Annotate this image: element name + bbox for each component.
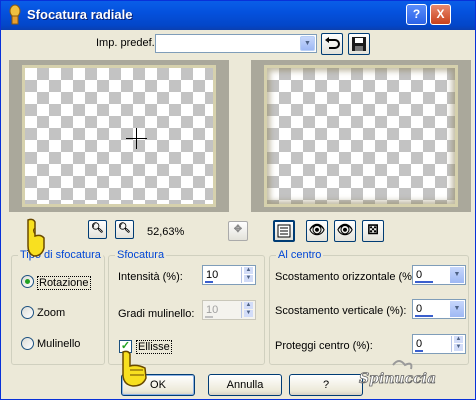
vertical-offset-label: Scostamento verticale (%): bbox=[275, 305, 407, 317]
radio-mulinello-label[interactable]: Mulinello bbox=[37, 338, 80, 350]
zoom-out-button[interactable]: 🔍︎ bbox=[88, 220, 107, 239]
app-icon bbox=[9, 4, 21, 25]
intensity-arrows[interactable]: ▲ ▼ bbox=[241, 267, 254, 283]
crosshair-vertical bbox=[136, 128, 137, 149]
swirl-degrees-value: 10 bbox=[206, 304, 219, 316]
protect-center-bar bbox=[415, 350, 423, 352]
spin-down-icon[interactable]: ▼ bbox=[244, 275, 253, 282]
floppy-icon bbox=[352, 37, 366, 51]
source-preview-canvas[interactable] bbox=[22, 65, 216, 207]
intensity-label: Intensità (%): bbox=[118, 271, 183, 283]
spin-down-icon[interactable]: ▼ bbox=[454, 344, 463, 351]
center-group-title: Al centro bbox=[276, 249, 324, 261]
zoom-in-icon: 🔍︎ bbox=[118, 223, 131, 234]
result-preview bbox=[251, 60, 471, 212]
proof-button[interactable]: 👁 bbox=[306, 220, 328, 242]
watermark-logo: Spinuccia bbox=[359, 360, 436, 387]
save-preset-button[interactable] bbox=[348, 33, 370, 55]
preset-label: Imp. predef.: bbox=[96, 37, 158, 49]
intensity-stepper[interactable]: 10 ▲ ▼ bbox=[202, 265, 256, 285]
window-title: Sfocatura radiale bbox=[27, 7, 133, 22]
spin-up-icon[interactable]: ▲ bbox=[244, 267, 253, 274]
spin-up-icon[interactable]: ▲ bbox=[454, 336, 463, 343]
dice-icon: ⚄ bbox=[367, 222, 379, 237]
intensity-bar bbox=[205, 281, 213, 283]
eye-icon: 👁 bbox=[308, 222, 326, 237]
protect-center-stepper[interactable]: 0 ▲ ▼ bbox=[412, 334, 466, 354]
horizontal-offset-label: Scostamento orizzontale (%): bbox=[275, 271, 419, 283]
move-icon: ✥ bbox=[233, 224, 243, 235]
protect-center-arrows[interactable]: ▲ ▼ bbox=[451, 336, 464, 352]
preset-dropdown[interactable]: ▼ bbox=[155, 34, 317, 53]
blur-group-title: Sfocatura bbox=[115, 249, 167, 261]
dialog-window: Sfocatura radiale ? X Imp. predef.: ▼ 🔍︎… bbox=[0, 0, 476, 400]
center-group: Al centro Scostamento orizzontale (%): 0… bbox=[269, 249, 469, 365]
protect-center-label: Proteggi centro (%): bbox=[275, 340, 373, 352]
auto-proof-button[interactable]: 👁 bbox=[334, 220, 356, 242]
list-view-icon bbox=[277, 224, 291, 238]
title-bar[interactable]: Sfocatura radiale ? X bbox=[1, 1, 475, 30]
vertical-offset-stepper[interactable]: 0 ▼ bbox=[412, 299, 466, 319]
swirl-degrees-label: Gradi mulinello: bbox=[118, 308, 195, 320]
spin-up-icon: ▲ bbox=[244, 302, 253, 309]
horizontal-offset-bar bbox=[415, 281, 433, 283]
chevron-down-icon[interactable]: ▼ bbox=[450, 267, 464, 283]
protect-center-value: 0 bbox=[416, 338, 423, 350]
vertical-offset-bar bbox=[415, 315, 433, 317]
vertical-offset-value: 0 bbox=[416, 303, 423, 315]
eye-lock-icon: 👁 bbox=[336, 222, 354, 237]
radio-mulinello[interactable] bbox=[21, 337, 34, 350]
zoom-in-button[interactable]: 🔍︎ bbox=[115, 220, 134, 239]
radio-zoom[interactable] bbox=[21, 306, 34, 319]
undo-arrow-icon bbox=[325, 37, 340, 49]
help-dialog-button[interactable]: ? bbox=[289, 374, 363, 396]
radio-rotazione-label[interactable]: Rotazione bbox=[37, 276, 91, 290]
randomize-button[interactable]: ⚄ bbox=[362, 220, 384, 242]
swirl-degrees-arrows: ▲ ▼ bbox=[241, 302, 254, 318]
source-preview[interactable] bbox=[9, 60, 229, 212]
intensity-value: 10 bbox=[206, 269, 219, 281]
swirl-degrees-bar bbox=[205, 316, 213, 318]
help-button[interactable]: ? bbox=[406, 4, 427, 25]
swirl-degrees-stepper: 10 ▲ ▼ bbox=[202, 300, 256, 320]
chevron-down-icon[interactable]: ▼ bbox=[300, 36, 315, 51]
horizontal-offset-value: 0 bbox=[416, 269, 423, 281]
zoom-out-icon: 🔍︎ bbox=[91, 223, 104, 234]
chevron-down-icon[interactable]: ▼ bbox=[450, 301, 464, 317]
blur-group: Sfocatura Intensità (%): 10 ▲ ▼ Gradi mul… bbox=[108, 249, 265, 365]
spin-down-icon: ▼ bbox=[244, 310, 253, 317]
radio-zoom-label[interactable]: Zoom bbox=[37, 307, 65, 319]
watermark-text: Spinuccia bbox=[359, 371, 436, 387]
result-preview-canvas bbox=[264, 65, 458, 207]
pan-button[interactable]: ✥ bbox=[228, 221, 248, 241]
toggle-preview-button[interactable] bbox=[273, 220, 295, 242]
radio-rotazione[interactable] bbox=[21, 275, 34, 288]
reset-preset-button[interactable] bbox=[321, 33, 343, 55]
pointing-hand-icon bbox=[27, 218, 45, 257]
blur-type-group: Tipo di sfocatura Rotazione Zoom Mulinel… bbox=[11, 249, 105, 365]
horizontal-offset-stepper[interactable]: 0 ▼ bbox=[412, 265, 466, 285]
cancel-button[interactable]: Annulla bbox=[208, 374, 282, 396]
zoom-level: 52,63% bbox=[147, 226, 185, 238]
close-button[interactable]: X bbox=[430, 4, 451, 25]
pointing-hand-icon bbox=[122, 350, 147, 387]
